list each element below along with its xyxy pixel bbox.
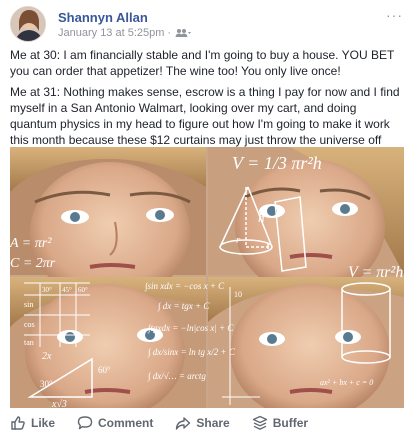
label-10: 10 [234, 290, 242, 299]
buffer-icon [252, 415, 267, 430]
angle-60-label: 60° [78, 286, 88, 294]
buffer-label: Buffer [272, 416, 309, 430]
post-meta: January 13 at 5:25pm · [58, 27, 192, 39]
post-paragraph-1: Me at 30: I am financially stable and I'… [10, 48, 395, 78]
buffer-button[interactable]: Buffer [252, 415, 308, 431]
like-button[interactable]: Like [10, 415, 55, 431]
post-action-bar: Like Comment Share Buffer [10, 410, 404, 436]
avatar[interactable] [10, 6, 46, 42]
friends-audience-icon[interactable] [175, 28, 192, 38]
like-label: Like [31, 416, 56, 430]
post-header: Shannyn Allan January 13 at 5:25pm · ··· [10, 6, 405, 42]
formula-area: A = πr² [10, 236, 52, 251]
comment-label: Comment [98, 416, 154, 430]
formula-integral-1: ∫sin xdx = −cos x + C [144, 281, 225, 292]
angle-45-label: 45° [62, 286, 72, 294]
share-label: Share [196, 416, 230, 430]
angle-30-label: 30° [42, 286, 52, 294]
more-options-icon[interactable]: ··· [386, 8, 403, 22]
comment-icon [77, 416, 93, 430]
separator: · [167, 27, 172, 39]
label-2x: 2x [42, 351, 52, 362]
formula-volume-right: V = πr²h [348, 264, 403, 281]
share-icon [176, 417, 191, 430]
share-button[interactable]: Share [175, 415, 230, 431]
thumbs-up-icon [11, 416, 25, 430]
label-r: r [236, 234, 241, 246]
label-x-root3: x√3 [51, 399, 67, 408]
formula-integral-4: ∫ dx/sinx = ln tg x/2 + C [147, 347, 236, 358]
trig-sin-label: sin [24, 300, 33, 309]
author-name[interactable]: Shannyn Allan [58, 10, 148, 25]
timestamp[interactable]: January 13 at 5:25pm [58, 27, 164, 39]
comment-button[interactable]: Comment [77, 415, 153, 431]
label-h: h [258, 210, 265, 225]
meme-image[interactable]: V = 1/3 πr²h h r A = πr² C = 2πr V = πr²… [10, 147, 404, 408]
formula-circumference: C = 2πr [10, 256, 56, 271]
label-30-degrees: 30° [40, 379, 53, 389]
label-60-degrees: 60° [98, 365, 111, 375]
formula-integral-5: ∫ dx/√… = arctg [147, 371, 206, 382]
formula-quadratic: ax² + bx + c = 0 [320, 378, 373, 387]
facebook-post: Shannyn Allan January 13 at 5:25pm · ···… [0, 0, 413, 438]
formula-integral-2: ∫ dx = tgx + C [157, 301, 210, 312]
formula-volume-top: V = 1/3 πr²h [232, 153, 322, 173]
trig-tan-label: tan [24, 338, 34, 347]
formula-integral-3: ∫tgxdx = −ln|cos x| + C [147, 323, 234, 334]
trig-cos-label: cos [24, 320, 35, 329]
